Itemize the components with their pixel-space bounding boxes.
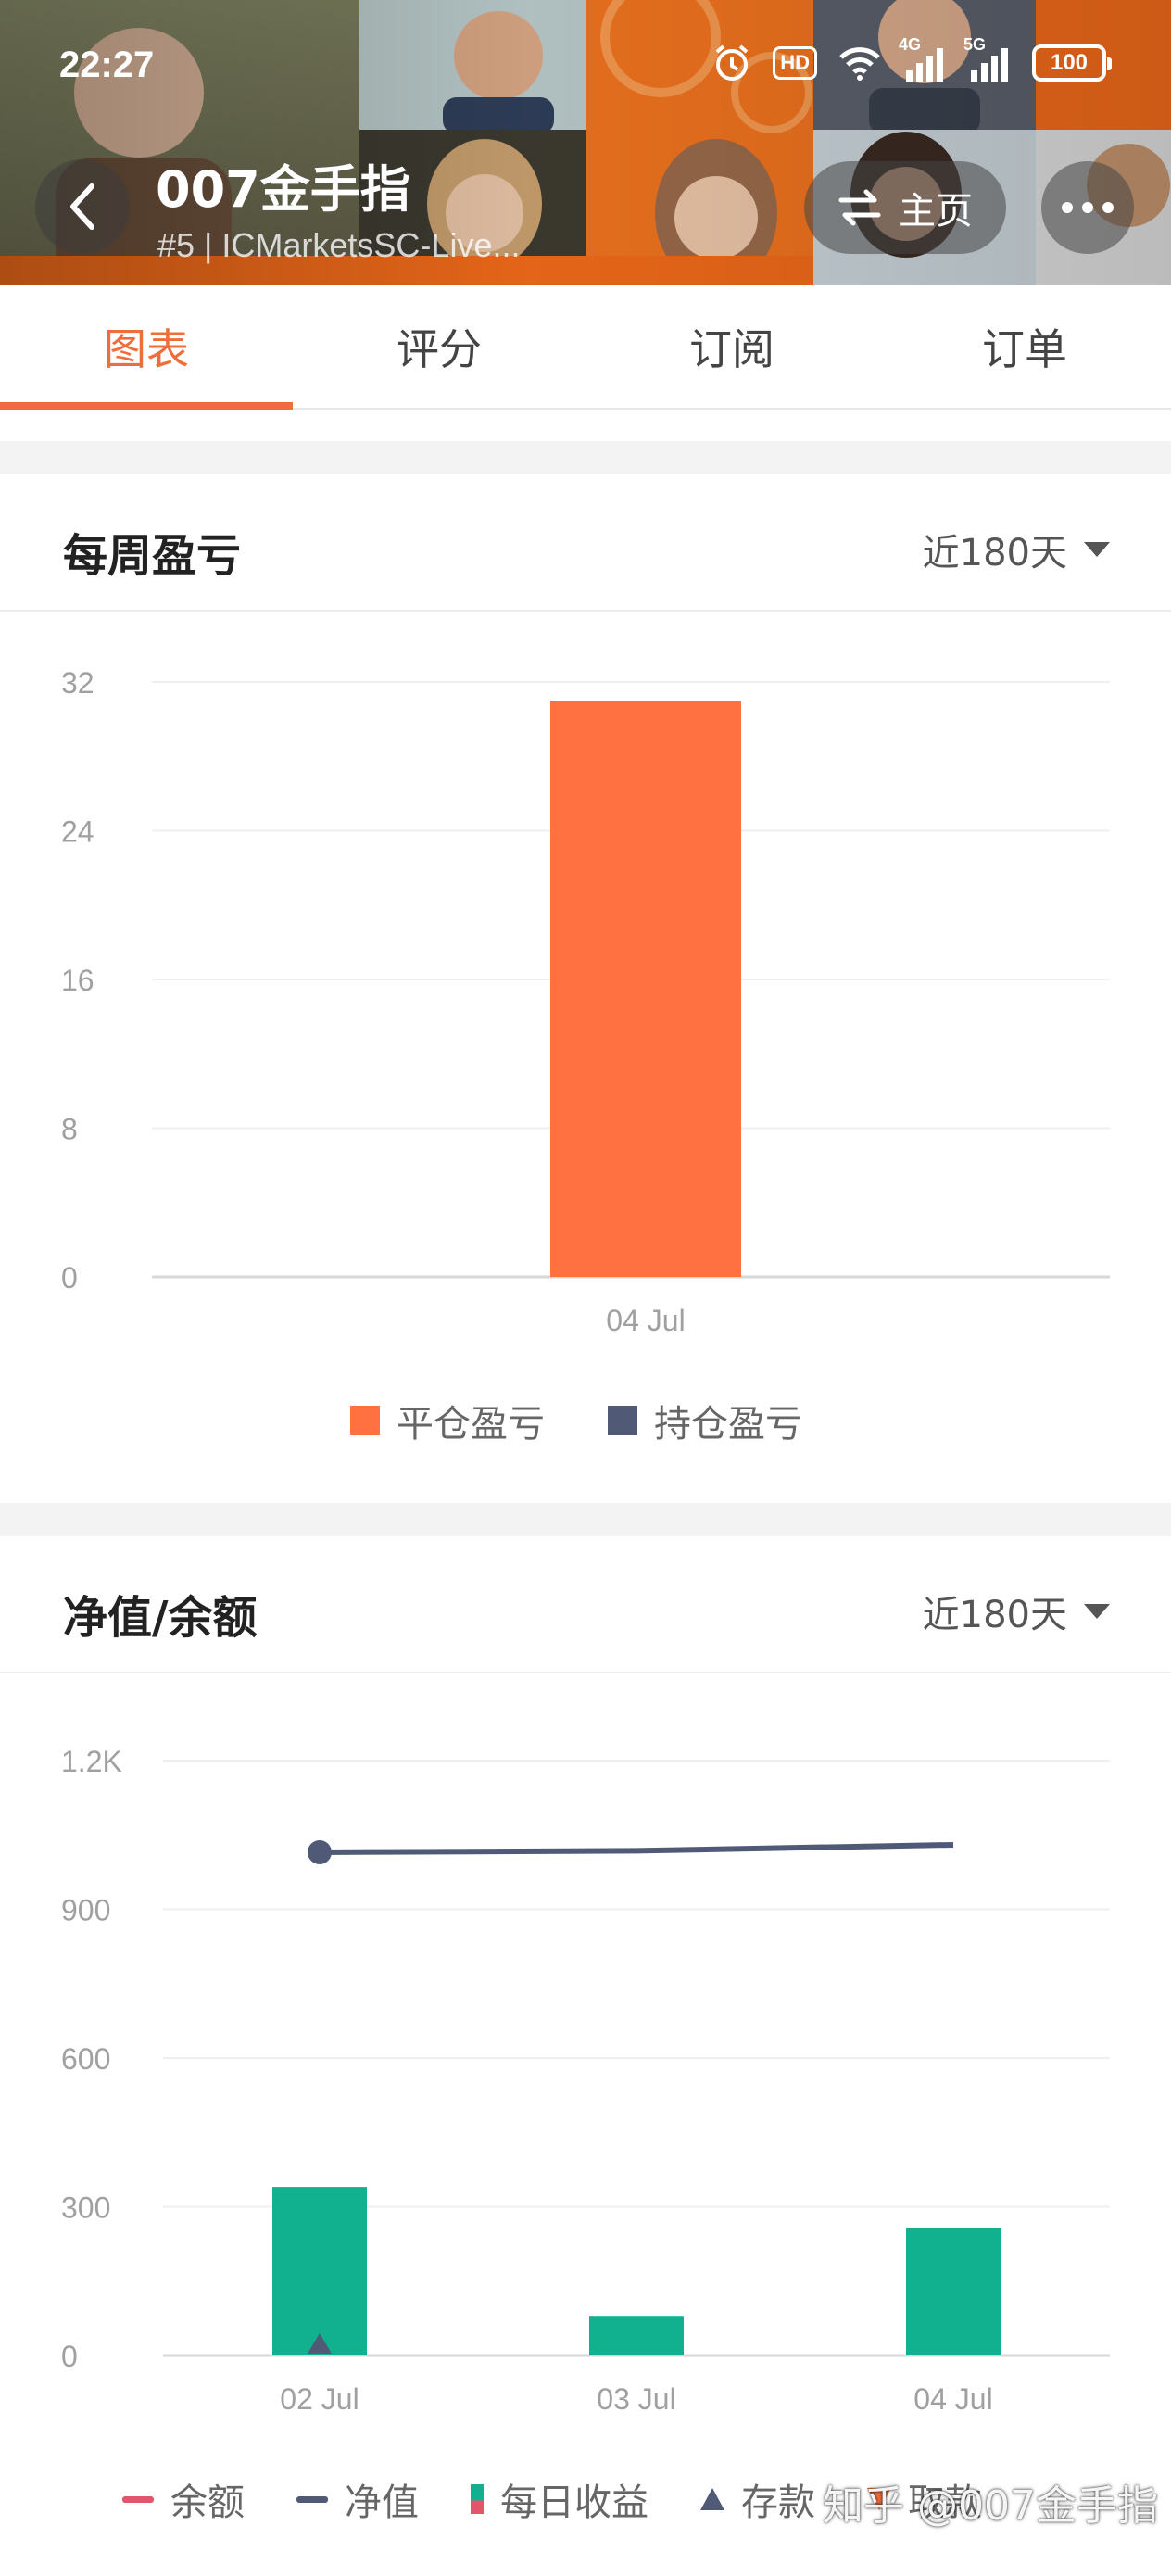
status-bar: 22:27 HD 4G 5G 100: [0, 35, 1171, 102]
legend-swatch: [471, 2484, 484, 2514]
equity-start-point: [308, 1839, 332, 1864]
more-options-button[interactable]: [1041, 161, 1134, 254]
wifi-icon: [837, 44, 882, 82]
y-tick-label: 8: [61, 1113, 78, 1146]
back-button[interactable]: [35, 159, 130, 254]
y-tick-label: 0: [61, 2340, 78, 2373]
battery-icon: 100: [1032, 44, 1112, 82]
legend-item-equity[interactable]: 净值: [296, 2472, 419, 2526]
dot-icon: [1062, 202, 1073, 213]
legend-swatch: [122, 2495, 154, 2503]
bar-closed-pnl: [550, 701, 741, 1277]
legend-item-daily-profit[interactable]: 每日收益: [471, 2472, 648, 2526]
y-tick-label: 0: [61, 1261, 78, 1294]
section-divider: [0, 441, 1171, 474]
x-tick-label: 02 Jul: [280, 2382, 359, 2416]
dot-icon: [1102, 202, 1114, 213]
equity-balance-chart: 0 300 600 900 1.2K 02 Jul 03 Jul 04 Jul: [61, 1745, 1110, 2416]
tab-bar: 图表 评分 订阅 订单: [0, 285, 1171, 410]
range-label: 近180天: [922, 532, 1067, 575]
y-tick-label: 16: [61, 964, 94, 997]
y-tick-label: 600: [61, 2042, 110, 2076]
legend-swatch: [350, 1406, 380, 1435]
bar-daily-profit: [906, 2227, 1001, 2355]
signal-4g-icon: 4G: [899, 35, 947, 82]
swap-icon: [838, 189, 881, 226]
triangle-up-icon: [700, 2488, 724, 2510]
legend-item-floating-pnl[interactable]: 持仓盈亏: [608, 1394, 802, 1447]
account-subtitle: #5 | ICMarketsSC-Live...: [157, 226, 521, 264]
legend-item-deposit[interactable]: 存款: [700, 2472, 815, 2526]
signal-5g-icon: 5G: [963, 35, 1012, 82]
weekly-pnl-legend: 平仓盈亏 持仓盈亏: [350, 1394, 802, 1447]
weekly-pnl-range-select[interactable]: 近180天: [923, 523, 1110, 576]
equity-balance-range-select[interactable]: 近180天: [923, 1585, 1110, 1638]
legend-item-balance[interactable]: 余额: [122, 2472, 245, 2526]
line-equity: [319, 1841, 954, 1855]
bar-daily-profit: [272, 2187, 367, 2355]
bar-daily-profit: [589, 2316, 684, 2355]
weekly-pnl-header: 每周盈亏 近180天: [0, 474, 1171, 612]
home-button[interactable]: 主页: [804, 161, 1006, 254]
chevron-left-icon: [70, 183, 94, 230]
x-tick-label: 04 Jul: [913, 2382, 992, 2416]
x-tick-label: 04 Jul: [606, 1304, 685, 1337]
caret-down-icon: [1084, 542, 1110, 557]
y-tick-label: 300: [61, 2191, 110, 2225]
range-label: 近180天: [922, 1594, 1067, 1636]
legend-swatch: [608, 1406, 637, 1435]
y-tick-label: 32: [61, 666, 94, 700]
hd-icon: HD: [773, 46, 817, 80]
legend-item-closed-pnl[interactable]: 平仓盈亏: [350, 1394, 545, 1447]
legend-swatch: [296, 2495, 328, 2503]
home-button-label: 主页: [899, 190, 973, 233]
tab-subscribe[interactable]: 订阅: [586, 285, 878, 408]
page-title: 007金手指: [156, 160, 410, 219]
watermark: 知乎 @007金手指: [823, 2482, 1158, 2530]
weekly-pnl-chart: 0 8 16 24 32 04 Jul: [61, 666, 1110, 1337]
section-divider: [0, 1503, 1171, 1536]
tab-orders[interactable]: 订单: [878, 285, 1171, 408]
y-tick-label: 900: [61, 1894, 110, 1927]
alarm-icon: [711, 43, 752, 83]
y-tick-label: 1.2K: [61, 1745, 122, 1778]
tab-rating[interactable]: 评分: [293, 285, 586, 408]
x-tick-label: 03 Jul: [597, 2382, 675, 2416]
equity-balance-title: 净值/余额: [63, 1592, 258, 1644]
dot-icon: [1082, 202, 1093, 213]
tab-chart[interactable]: 图表: [0, 285, 293, 410]
weekly-pnl-title: 每周盈亏: [63, 530, 242, 582]
status-time: 22:27: [59, 44, 155, 85]
header-banner: 22:27 HD 4G 5G 100 007金手指 #5 | ICMarkets…: [0, 0, 1171, 285]
equity-balance-header: 净值/余额 近180天: [0, 1536, 1171, 1673]
y-tick-label: 24: [61, 815, 94, 849]
caret-down-icon: [1084, 1604, 1110, 1619]
